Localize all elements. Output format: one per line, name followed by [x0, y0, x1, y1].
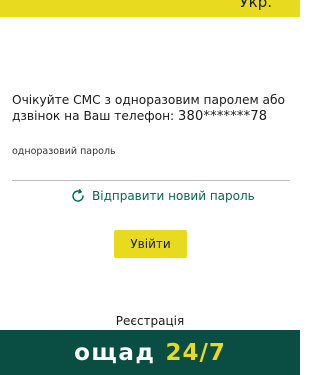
otp-field-label: одноразовий пароль [12, 146, 116, 157]
brand-logo-number: 24/7 [165, 339, 226, 366]
refresh-icon [72, 189, 84, 202]
language-switcher[interactable]: Укр. [240, 0, 273, 11]
resend-password-label: Відправити новий пароль [92, 189, 255, 203]
resend-password-link[interactable]: Відправити новий пароль [70, 188, 255, 204]
login-button[interactable]: Увійти [114, 230, 187, 258]
otp-input[interactable] [12, 158, 290, 181]
brand-logo-name: ощад [74, 339, 156, 366]
otp-instruction: Очікуйте СМС з одноразовим паролем або д… [12, 92, 292, 125]
register-link[interactable]: Реєстрація [0, 314, 300, 328]
masked-phone-number: 380*******78 [178, 109, 268, 124]
top-bar: Укр. [0, 0, 300, 17]
login-otp-page: Укр. Очікуйте СМС з одноразовим паролем … [0, 0, 300, 375]
brand-footer: ощад 24/7 [0, 330, 300, 375]
